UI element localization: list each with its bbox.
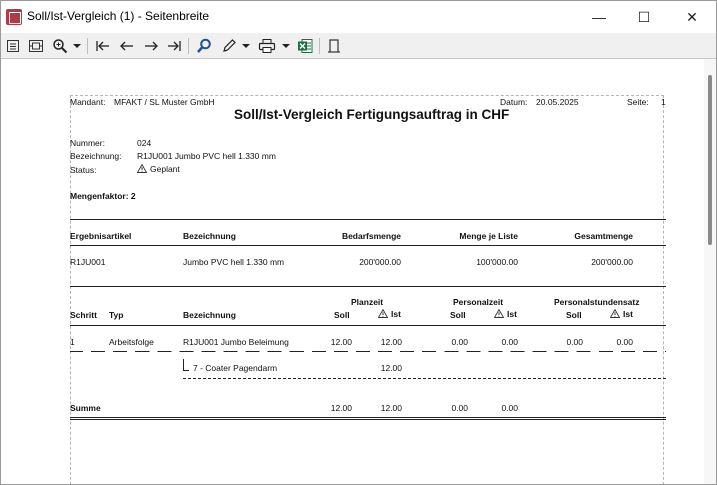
summe-pers-ist: 0.00 [501,403,518,413]
datum-label: Datum: [500,97,528,107]
next-page-icon[interactable] [142,37,160,55]
table1-header-bedarfsmenge: Bedarfsmenge [341,231,401,241]
summe-plan-soll: 12.00 [330,403,352,413]
datum-value: 20.05.2025 [536,97,579,107]
edit-icon[interactable] [220,37,238,55]
table1-top-rule [70,219,666,220]
warning-icon [494,309,504,318]
mandant-label: Mandant: [70,97,106,107]
bezeichnung-label: Bezeichnung: [70,151,122,161]
mandant-value: MFAKT / SL Muster GmbH [114,97,215,107]
group-planzeit: Planzeit [351,297,384,307]
summe-rule-2 [70,419,666,420]
table1-bottom-rule [70,286,666,287]
row-pers-ist: 0.00 [501,337,518,347]
table1-header-menge-je-liste: Menge je Liste [459,231,518,241]
warning-icon [137,164,147,173]
print-dropdown-icon[interactable] [281,37,291,55]
summe-pers-soll: 0.00 [451,403,468,413]
warning-icon [610,309,620,318]
window-title: Soll/Ist-Vergleich (1) - Seitenbreite [27,9,210,23]
table1-header-ergebnisartikel: Ergebnisartikel [70,231,132,241]
table1-cell-bedarfsmenge: 200'000.00 [359,257,401,267]
summe-label: Summe [70,403,101,413]
table1-header-rule [70,245,666,246]
summe-rule-1 [70,417,666,418]
row-pers-soll: 0.00 [451,337,468,347]
subrow-bezeichnung: 7 - Coater Pagendarm [193,363,278,373]
close-button[interactable]: ✕ [669,1,715,33]
page-view-icon[interactable] [5,37,21,55]
bezeichnung-value: R1JU001 Jumbo PVC hell 1.330 mm [137,151,276,161]
summe-plan-ist: 12.00 [380,403,402,413]
first-page-icon[interactable] [94,37,112,55]
table2-header-schritt: Schritt [70,310,97,320]
row-plan-ist: 12.00 [380,337,402,347]
row-plan-soll: 12.00 [330,337,352,347]
zoom-icon[interactable] [51,37,69,55]
row-satz-soll: 0.00 [566,337,583,347]
subrow-plan-ist: 12.00 [380,363,402,373]
table1-cell-gesamtmenge: 200'000.00 [591,257,633,267]
nummer-value: 024 [137,138,152,148]
table1-cell-menge-je-liste: 100'000.00 [476,257,518,267]
vertical-scrollbar[interactable] [704,59,716,484]
status-value: Geplant [150,164,180,174]
table1-header-gesamtmenge: Gesamtmenge [574,231,633,241]
table2-header-bezeichnung: Bezeichnung [183,310,236,320]
seite-value: 1 [661,97,666,107]
subrow-dashed-rule [183,378,666,379]
table2-header-pers-ist: Ist [494,309,517,319]
table1-cell-artikel: R1JU001 [70,257,106,267]
group-personalstundensatz: Personalstundensatz [554,297,640,307]
fit-page-icon[interactable] [27,37,45,55]
report-title: Soll/Ist-Vergleich Fertigungsauftrag in … [234,107,510,122]
seite-label: Seite: [627,97,649,107]
row-schritt: 1 [70,337,75,347]
row-dashed-rule [70,351,666,352]
search-icon[interactable] [195,37,213,55]
title-bar: Soll/Ist-Vergleich (1) - Seitenbreite — … [1,1,716,33]
table1-header-bezeichnung: Bezeichnung [183,231,236,241]
report-window: Soll/Ist-Vergleich (1) - Seitenbreite — … [0,0,717,485]
maximize-button[interactable]: ☐ [621,1,667,33]
warning-icon [378,309,388,318]
excel-icon[interactable] [296,37,314,55]
app-icon [6,9,22,25]
table2-header-pers-soll: Soll [450,310,466,320]
report-viewer[interactable]: Mandant: MFAKT / SL Muster GmbH Datum: 2… [1,59,704,484]
mengenfaktor-text: Mengenfaktor: 2 [70,191,136,201]
row-satz-ist: 0.00 [616,337,633,347]
nummer-label: Nummer: [70,138,105,148]
table1-cell-bezeichnung: Jumbo PVC hell 1.330 mm [183,257,285,267]
zoom-dropdown-icon[interactable] [72,37,82,55]
page-format-icon[interactable] [325,37,343,55]
group-personalzeit: Personalzeit [453,297,504,307]
table2-header-satz-ist: Ist [610,309,633,319]
previous-page-icon[interactable] [118,37,136,55]
status-label: Status: [70,165,97,175]
last-page-icon[interactable] [165,37,183,55]
edit-dropdown-icon[interactable] [241,37,251,55]
scrollbar-thumb[interactable] [708,75,712,245]
table2-header-satz-soll: Soll [566,310,582,320]
table2-header-plan-soll: Soll [334,310,350,320]
subrow-tree-connector [183,359,189,371]
table2-header-plan-ist: Ist [378,309,401,319]
status-field: Geplant [137,164,180,174]
row-typ: Arbeitsfolge [109,337,154,347]
row-bezeichnung: R1JU001 Jumbo Beleimung [183,337,289,347]
print-icon[interactable] [257,37,277,55]
table2-header-typ: Typ [109,310,124,320]
table2-header-rule [70,325,666,326]
toolbar [1,33,716,59]
minimize-button[interactable]: — [576,1,622,33]
